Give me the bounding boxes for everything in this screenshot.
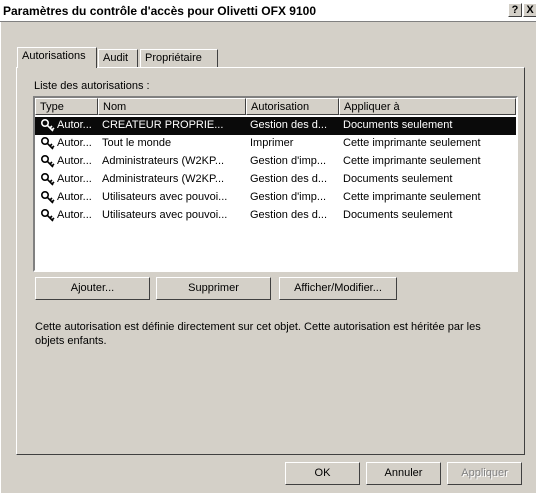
list-header: Type Nom Autorisation Appliquer à — [35, 98, 516, 115]
apply-button[interactable]: Appliquer — [447, 462, 522, 485]
list-row[interactable]: Autor... Tout le monde Imprimer Cette impri… — [35, 135, 516, 153]
cell-apply-to: Documents seulement — [343, 173, 453, 185]
view-edit-button-label: Afficher/Modifier... — [294, 282, 382, 294]
key-icon — [40, 136, 55, 150]
window-title-prefix: Paramètres du contrôle d'accès pour — [3, 4, 214, 18]
cell-permission: Imprimer — [250, 137, 294, 149]
cell-permission: Gestion d'imp... — [250, 155, 327, 167]
cell-type: Autor... — [57, 191, 92, 203]
column-autorisation[interactable]: Autorisation — [246, 98, 339, 115]
cell-type: Autor... — [57, 137, 92, 149]
cell-apply-to: Cette imprimante seulement — [343, 137, 481, 149]
tab-proprietaire[interactable]: Propriétaire — [140, 49, 218, 67]
apply-button-label: Appliquer — [461, 467, 508, 479]
cell-permission: Gestion d'imp... — [250, 191, 327, 203]
close-button[interactable]: X — [523, 3, 536, 17]
key-icon — [40, 208, 55, 222]
key-icon — [40, 172, 55, 186]
cancel-button-label: Annuler — [384, 467, 423, 479]
window-title: Paramètres du contrôle d'accès pour Oliv… — [3, 4, 316, 18]
cell-permission: Gestion des d... — [250, 173, 328, 185]
view-edit-button[interactable]: Afficher/Modifier... — [279, 277, 397, 300]
cell-name: CREATEUR PROPRIE... — [102, 119, 224, 131]
permissions-list[interactable]: Type Nom Autorisation Appliquer à Autor.… — [33, 96, 518, 272]
cell-apply-to: Documents seulement — [343, 119, 453, 131]
add-button-label: Ajouter... — [70, 282, 115, 294]
permissions-list-label: Liste des autorisations : — [34, 80, 150, 92]
key-icon — [40, 190, 55, 204]
tab-autorisations[interactable]: Autorisations — [17, 47, 97, 68]
cell-permission: Gestion des d... — [250, 209, 328, 221]
list-row[interactable]: Autor... Utilisateurs avec pouvoi... Gesti… — [35, 207, 516, 225]
cell-permission: Gestion des d... — [250, 119, 328, 131]
cancel-button[interactable]: Annuler — [366, 462, 441, 485]
title-bar: Paramètres du contrôle d'accès pour Oliv… — [0, 0, 536, 22]
help-button[interactable]: ? — [508, 3, 522, 17]
cell-name: Utilisateurs avec pouvoi... — [102, 209, 228, 221]
cell-type: Autor... — [57, 155, 92, 167]
column-nom[interactable]: Nom — [98, 98, 246, 115]
remove-button[interactable]: Supprimer — [156, 277, 271, 300]
list-row[interactable]: Autor... CREATEUR PROPRIE... Gestion des d… — [35, 117, 516, 135]
tab-proprietaire-label: Propriétaire — [145, 52, 202, 64]
ok-button[interactable]: OK — [285, 462, 360, 485]
key-icon — [40, 154, 55, 168]
cell-type: Autor... — [57, 119, 92, 131]
list-row[interactable]: Autor... Utilisateurs avec pouvoi... Gesti… — [35, 189, 516, 207]
window-title-printer: Olivetti OFX 9100 — [217, 4, 316, 18]
key-icon — [40, 118, 55, 132]
cell-name: Administrateurs (W2KP... — [102, 173, 225, 185]
description-text: Cette autorisation est définie directeme… — [35, 321, 481, 347]
cell-type: Autor... — [57, 209, 92, 221]
close-icon: X — [526, 4, 534, 16]
tab-audit[interactable]: Audit — [98, 49, 138, 67]
add-button[interactable]: Ajouter... — [35, 277, 150, 300]
cell-apply-to: Documents seulement — [343, 209, 453, 221]
column-appliquer[interactable]: Appliquer à — [339, 98, 516, 115]
cell-name: Administrateurs (W2KP... — [102, 155, 225, 167]
cell-name: Tout le monde — [102, 137, 172, 149]
list-row[interactable]: Autor... Administrateurs (W2KP... Gestion … — [35, 153, 516, 171]
list-row[interactable]: Autor... Administrateurs (W2KP... Gestion … — [35, 171, 516, 189]
tab-autorisations-label: Autorisations — [22, 50, 86, 62]
cell-type: Autor... — [57, 173, 92, 185]
ok-button-label: OK — [314, 467, 331, 479]
cell-apply-to: Cette imprimante seulement — [343, 191, 481, 203]
help-icon: ? — [511, 4, 519, 16]
column-type[interactable]: Type — [35, 98, 98, 115]
remove-button-label: Supprimer — [188, 282, 239, 294]
cell-apply-to: Cette imprimante seulement — [343, 155, 481, 167]
tab-audit-label: Audit — [103, 52, 129, 64]
cell-name: Utilisateurs avec pouvoi... — [102, 191, 228, 203]
